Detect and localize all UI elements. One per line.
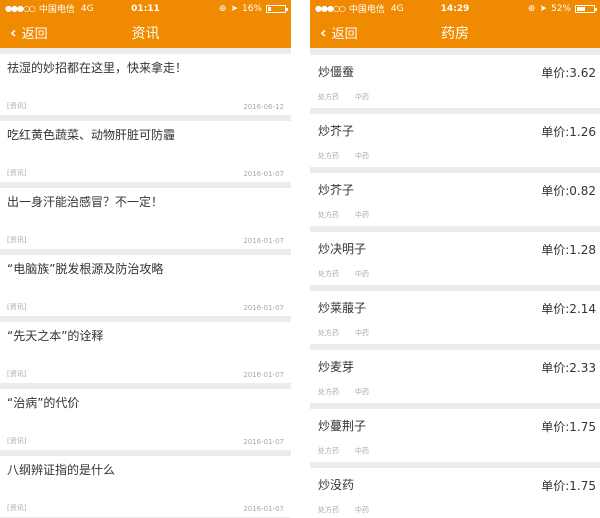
drug-price: 单价:2.14	[541, 302, 596, 316]
drug-item[interactable]: 炒莱菔子 单价:2.14 处方药 中药	[310, 291, 600, 344]
drug-type-tag: 处方药	[318, 93, 339, 101]
clock: 01:11	[131, 3, 160, 14]
drug-price: 单价:1.75	[541, 479, 596, 493]
news-title: “治病”的代价	[7, 396, 80, 410]
drug-price: 单价:1.26	[541, 125, 596, 139]
status-bar: ●●●○○ 中国电信 4G 01:11 ⊕ ➤ 16%	[0, 0, 291, 17]
page-title: 资讯	[131, 25, 160, 42]
news-title: “电脑族”脱发根源及防治攻略	[7, 262, 164, 276]
news-date: 2016-01-07	[243, 237, 284, 245]
news-item[interactable]: “先天之本”的诠释 [资讯] 2016-01-07	[0, 322, 291, 383]
news-tag: [资讯]	[7, 236, 27, 244]
news-tag: [资讯]	[7, 102, 27, 110]
nav-bar: ‹ 返回 药房	[310, 17, 600, 48]
back-label: 返回	[331, 27, 358, 42]
drug-item[interactable]: 炒芥子 单价:1.26 处方药 中药	[310, 114, 600, 167]
news-item[interactable]: 祛湿的妙招都在这里，快来拿走！ [资讯] 2016-06-12	[0, 54, 291, 115]
news-tag: [资讯]	[7, 370, 27, 378]
drug-price: 单价:2.33	[541, 361, 596, 375]
drug-category-tag: 中药	[355, 506, 369, 514]
drug-item[interactable]: 炒蔓荆子 单价:1.75 处方药 中药	[310, 409, 600, 462]
drug-category-tag: 中药	[355, 152, 369, 160]
drug-category-tag: 中药	[355, 388, 369, 396]
back-label: 返回	[21, 27, 48, 42]
drug-price: 单价:1.28	[541, 243, 596, 257]
drug-type-tag: 处方药	[318, 329, 339, 337]
news-item[interactable]: “治病”的代价 [资讯] 2016-01-07	[0, 389, 291, 450]
drug-type-tag: 处方药	[318, 152, 339, 160]
drug-type-tag: 处方药	[318, 447, 339, 455]
chevron-left-icon: ‹	[320, 23, 327, 42]
news-date: 2016-01-07	[243, 304, 284, 312]
back-button[interactable]: ‹ 返回	[10, 17, 48, 48]
screenshot-divider	[291, 0, 310, 518]
news-item[interactable]: “电脑族”脱发根源及防治攻略 [资讯] 2016-01-07	[0, 255, 291, 316]
drug-item[interactable]: 炒麦芽 单价:2.33 处方药 中药	[310, 350, 600, 403]
news-item[interactable]: 出一身汗能治感冒？不一定！ [资讯] 2016-01-07	[0, 188, 291, 249]
drug-category-tag: 中药	[355, 93, 369, 101]
news-item[interactable]: 吃红黄色蔬菜、动物肝脏可防霾 [资讯] 2016-01-07	[0, 121, 291, 182]
drug-type-tag: 处方药	[318, 211, 339, 219]
drug-list: 炒僵蚕 单价:3.62 处方药 中药 炒芥子 单价:1.26 处方药 中药 炒芥子 …	[310, 48, 600, 518]
news-tag: [资讯]	[7, 169, 27, 177]
chevron-left-icon: ‹	[10, 23, 17, 42]
page-title: 药房	[441, 25, 469, 42]
drug-item[interactable]: 炒决明子 单价:1.28 处方药 中药	[310, 232, 600, 285]
news-date: 2016-06-12	[243, 103, 284, 111]
back-button[interactable]: ‹ 返回	[320, 17, 358, 48]
news-date: 2016-01-07	[243, 505, 284, 513]
news-tag: [资讯]	[7, 437, 27, 445]
drug-category-tag: 中药	[355, 211, 369, 219]
drug-category-tag: 中药	[355, 329, 369, 337]
drug-price: 单价:1.75	[541, 420, 596, 434]
battery-icon	[266, 4, 288, 13]
news-date: 2016-01-07	[243, 371, 284, 379]
news-item[interactable]: 八纲辨证指的是什么 [资讯] 2016-01-07	[0, 456, 291, 517]
news-tag: [资讯]	[7, 504, 27, 512]
news-title: 八纲辨证指的是什么	[7, 463, 116, 477]
drug-item[interactable]: 炒芥子 单价:0.82 处方药 中药	[310, 173, 600, 226]
news-date: 2016-01-07	[243, 170, 284, 178]
news-title: 祛湿的妙招都在这里，快来拿走！	[7, 61, 188, 75]
status-bar: ●●●○○ 中国电信 4G 14:29 ⊕ ➤ 52%	[310, 0, 600, 17]
drug-type-tag: 处方药	[318, 388, 339, 396]
news-tag: [资讯]	[7, 303, 27, 311]
news-screen: ●●●○○ 中国电信 4G 01:11 ⊕ ➤ 16% ‹ 返回 资讯 祛湿的妙…	[0, 0, 291, 518]
drug-item[interactable]: 炒僵蚕 单价:3.62 处方药 中药	[310, 55, 600, 108]
nav-bar: ‹ 返回 资讯	[0, 17, 291, 48]
drug-category-tag: 中药	[355, 447, 369, 455]
drug-category-tag: 中药	[355, 270, 369, 278]
news-title: 出一身汗能治感冒？不一定！	[7, 195, 164, 209]
news-title: “先天之本”的诠释	[7, 329, 104, 343]
drug-price: 单价:3.62	[541, 66, 596, 80]
news-date: 2016-01-07	[243, 438, 284, 446]
pharmacy-screen: ●●●○○ 中国电信 4G 14:29 ⊕ ➤ 52% ‹ 返回 药房 炒僵蚕 …	[310, 0, 600, 518]
drug-price: 单价:0.82	[541, 184, 596, 198]
drug-item[interactable]: 炒没药 单价:1.75 处方药 中药	[310, 468, 600, 518]
clock: 14:29	[440, 3, 470, 14]
news-list: 祛湿的妙招都在这里，快来拿走！ [资讯] 2016-06-12 吃红黄色蔬菜、动…	[0, 48, 291, 517]
drug-type-tag: 处方药	[318, 506, 339, 514]
battery-icon	[575, 4, 597, 13]
drug-type-tag: 处方药	[318, 270, 339, 278]
news-title: 吃红黄色蔬菜、动物肝脏可防霾	[7, 128, 176, 142]
